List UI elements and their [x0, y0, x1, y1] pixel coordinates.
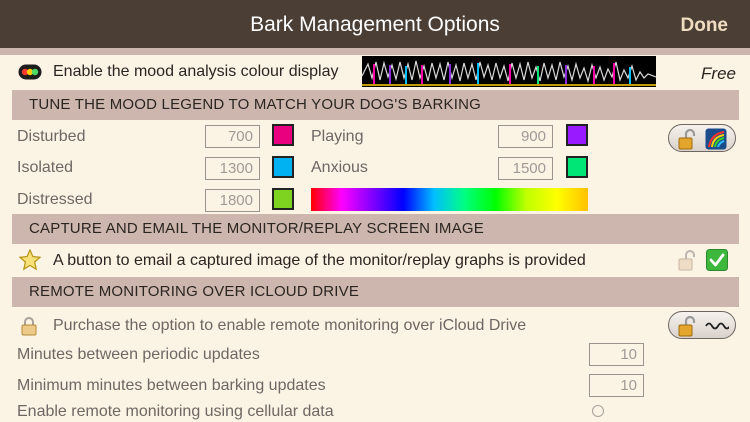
price-label: Free: [701, 64, 736, 83]
periodic-updates-label: Minutes between periodic updates: [17, 346, 260, 363]
anxious-color-swatch[interactable]: [566, 156, 588, 178]
navigation-bar: Bark Management Options Done: [0, 0, 750, 48]
periodic-updates-field[interactable]: 10: [589, 343, 644, 366]
cellular-data-label: Enable remote monitoring using cellular …: [17, 403, 334, 420]
playing-color-swatch[interactable]: [566, 124, 588, 146]
barking-updates-field[interactable]: 10: [589, 374, 644, 397]
isolated-color-swatch[interactable]: [272, 156, 294, 178]
distressed-threshold-field[interactable]: 1800: [205, 189, 260, 212]
traffic-light-icon: [18, 64, 42, 85]
mood-spectrum-bar: [311, 188, 588, 211]
unlocked-padlock-icon: [677, 315, 699, 342]
done-button[interactable]: Done: [681, 15, 729, 37]
wave-icon: [705, 319, 731, 338]
star-icon: [18, 248, 42, 276]
legend-section-header: TUNE THE MOOD LEGEND TO MATCH YOUR DOG'S…: [12, 90, 739, 120]
padlock-icon: [20, 316, 38, 341]
unlocked-padlock-icon: [677, 128, 699, 155]
mood-label-distressed: Distressed: [17, 191, 93, 208]
mood-label-disturbed: Disturbed: [17, 128, 86, 145]
disturbed-threshold-field[interactable]: 700: [205, 125, 260, 148]
page-title: Bark Management Options: [250, 13, 500, 36]
disturbed-color-swatch[interactable]: [272, 124, 294, 146]
isolated-threshold-field[interactable]: 1300: [205, 157, 260, 180]
unlock-legend-button[interactable]: [668, 124, 736, 152]
capture-section-header: CAPTURE AND EMAIL THE MONITOR/REPLAY SCR…: [12, 214, 739, 244]
playing-threshold-field[interactable]: 900: [498, 125, 553, 148]
mood-label-isolated: Isolated: [17, 159, 74, 176]
anxious-threshold-field[interactable]: 1500: [498, 157, 553, 180]
open-padlock-icon: [678, 249, 698, 276]
email-capture-description: A button to email a captured image of th…: [53, 252, 586, 269]
mood-label-anxious: Anxious: [311, 159, 368, 176]
top-band: [0, 48, 750, 55]
mood-display-toggle[interactable]: Enable the mood analysis colour display: [53, 63, 339, 81]
checkmark-icon[interactable]: [706, 249, 728, 276]
cellular-toggle[interactable]: [592, 405, 604, 417]
mood-graph-preview: [362, 56, 656, 87]
rainbow-icon: [705, 128, 727, 155]
barking-updates-label: Minimum minutes between barking updates: [17, 377, 326, 394]
remote-section-header: REMOTE MONITORING OVER ICLOUD DRIVE: [12, 277, 739, 307]
remote-purchase-description: Purchase the option to enable remote mon…: [53, 317, 527, 334]
mood-label-playing: Playing: [311, 128, 364, 145]
purchase-remote-button[interactable]: [668, 311, 736, 339]
distressed-color-swatch[interactable]: [272, 188, 294, 210]
